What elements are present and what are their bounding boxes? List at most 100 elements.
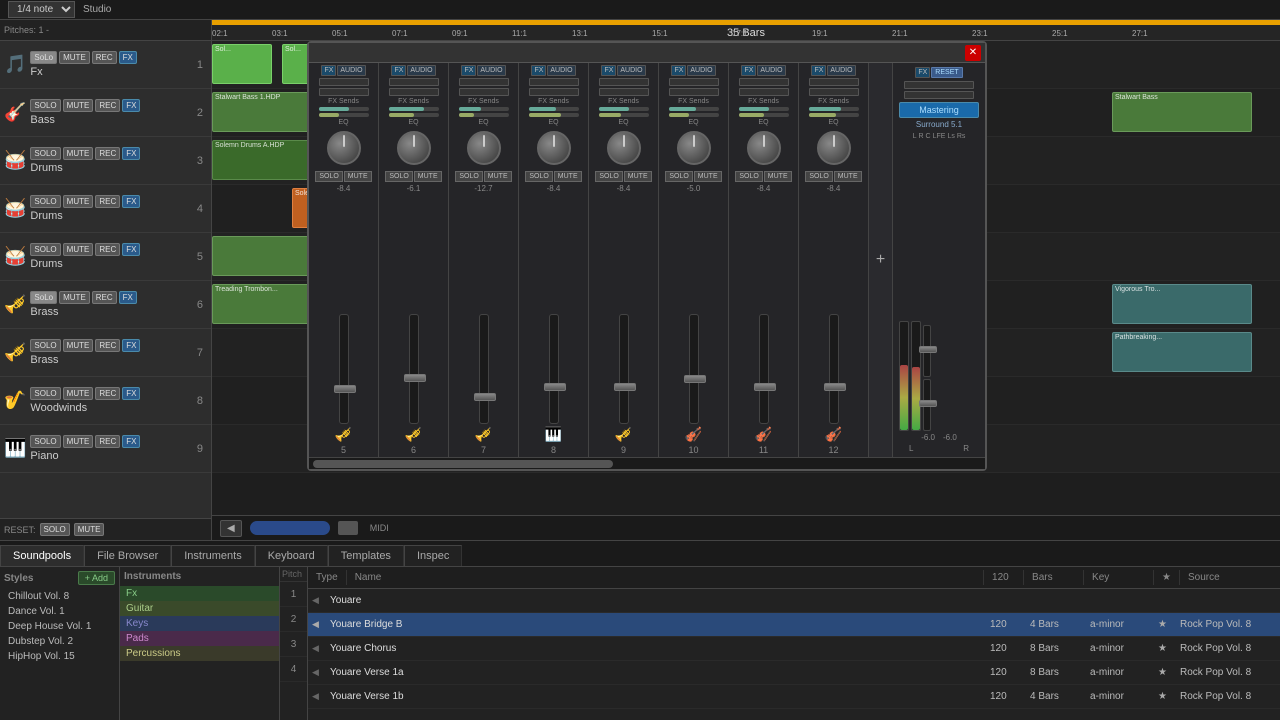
ch7-knob[interactable]: [467, 131, 501, 165]
ch8-solo-btn[interactable]: SOLO: [525, 171, 552, 182]
surround-label[interactable]: Surround 5.1: [916, 120, 962, 129]
ch7-fx-btn[interactable]: FX: [461, 65, 476, 76]
mute-button-6[interactable]: MUTE: [59, 291, 90, 304]
ch9-mute-btn[interactable]: MUTE: [624, 171, 652, 182]
rec-button-5[interactable]: REC: [95, 243, 120, 256]
mixer-scrollbar[interactable]: [313, 460, 613, 468]
ch11-mute-btn[interactable]: MUTE: [764, 171, 792, 182]
ch8-send-1[interactable]: [529, 107, 579, 111]
browser-row-1[interactable]: ◀ Youare Bridge B 120 4 Bars a-minor ★ R…: [308, 613, 1280, 637]
add-style-button[interactable]: + Add: [78, 571, 115, 585]
solo-button-3[interactable]: SOLO: [30, 147, 60, 160]
solo-button-8[interactable]: SOLO: [30, 387, 60, 400]
ch5-dropdown-2[interactable]: [319, 88, 369, 96]
mute-button-4[interactable]: MUTE: [63, 195, 94, 208]
ch8-knob[interactable]: [537, 131, 571, 165]
rec-button-6[interactable]: REC: [92, 291, 117, 304]
ch11-dropdown-2[interactable]: [739, 88, 789, 96]
ch10-send-1[interactable]: [669, 107, 719, 111]
instrument-percussions[interactable]: Percussions: [120, 646, 279, 661]
mute-button-8[interactable]: MUTE: [63, 387, 94, 400]
rec-button-1[interactable]: REC: [92, 51, 117, 64]
ch5-send-2[interactable]: [319, 113, 369, 117]
ch5-fader-thumb[interactable]: [334, 385, 356, 393]
tab-inspector[interactable]: Inspec: [404, 545, 462, 566]
ch10-send-2[interactable]: [669, 113, 719, 117]
ch6-fx-btn[interactable]: FX: [391, 65, 406, 76]
ch5-dropdown-1[interactable]: [319, 78, 369, 86]
ch7-audio-btn[interactable]: AUDIO: [477, 65, 505, 76]
ch8-fx-btn[interactable]: FX: [531, 65, 546, 76]
ch12-send-2[interactable]: [809, 113, 859, 117]
ch9-send-1[interactable]: [599, 107, 649, 111]
add-channel-button[interactable]: +: [869, 63, 893, 457]
ch12-solo-btn[interactable]: SOLO: [805, 171, 832, 182]
master-fx-btn[interactable]: FX: [915, 67, 930, 78]
playhead-slider[interactable]: [250, 521, 330, 535]
ch10-fx-btn[interactable]: FX: [671, 65, 686, 76]
ch7-dropdown-1[interactable]: [459, 78, 509, 86]
rec-button-7[interactable]: REC: [95, 339, 120, 352]
ch12-fader-thumb[interactable]: [824, 383, 846, 391]
clip-6-4[interactable]: Vigorous Tro...: [1112, 284, 1252, 324]
ch6-dropdown-1[interactable]: [389, 78, 439, 86]
solo-button-9[interactable]: SOLO: [30, 435, 60, 448]
ch9-dropdown-1[interactable]: [599, 78, 649, 86]
mute-button-7[interactable]: MUTE: [63, 339, 94, 352]
ch6-audio-btn[interactable]: AUDIO: [407, 65, 435, 76]
note-selector[interactable]: 1/4 note: [8, 1, 75, 18]
fx-button-4[interactable]: FX: [122, 195, 140, 208]
ch11-dropdown-1[interactable]: [739, 78, 789, 86]
clip-7-1[interactable]: Pathbreaking...: [1112, 332, 1252, 372]
ch10-dropdown-2[interactable]: [669, 88, 719, 96]
ch8-dropdown-2[interactable]: [529, 88, 579, 96]
tab-instruments[interactable]: Instruments: [171, 545, 254, 566]
mixer-close-button[interactable]: ✕: [965, 45, 981, 61]
ch5-send-1[interactable]: [319, 107, 369, 111]
master-fader-L[interactable]: [923, 325, 931, 377]
ch11-knob[interactable]: [747, 131, 781, 165]
instrument-fx[interactable]: Fx: [120, 586, 279, 601]
ch9-fader-thumb[interactable]: [614, 383, 636, 391]
ch10-solo-btn[interactable]: SOLO: [665, 171, 692, 182]
browser-row-3[interactable]: ◀ Youare Verse 1a 120 8 Bars a-minor ★ R…: [308, 661, 1280, 685]
ch9-knob[interactable]: [607, 131, 641, 165]
mute-button-2[interactable]: MUTE: [63, 99, 94, 112]
ch12-knob[interactable]: [817, 131, 851, 165]
clip-1-1[interactable]: Sol...: [212, 44, 272, 84]
tab-keyboard[interactable]: Keyboard: [255, 545, 328, 566]
ch9-solo-btn[interactable]: SOLO: [595, 171, 622, 182]
ch12-dropdown-1[interactable]: [809, 78, 859, 86]
ch7-dropdown-2[interactable]: [459, 88, 509, 96]
ch7-send-1[interactable]: [459, 107, 509, 111]
style-item-1[interactable]: Dance Vol. 1: [4, 604, 115, 619]
ch6-send-1[interactable]: [389, 107, 439, 111]
ch10-knob[interactable]: [677, 131, 711, 165]
clip-2-4[interactable]: Stalwart Bass: [1112, 92, 1252, 132]
browser-row-4[interactable]: ◀ Youare Verse 1b 120 4 Bars a-minor ★ R…: [308, 685, 1280, 709]
mute-button-5[interactable]: MUTE: [63, 243, 94, 256]
ch7-mute-btn[interactable]: MUTE: [484, 171, 512, 182]
ch7-solo-btn[interactable]: SOLO: [455, 171, 482, 182]
ch9-send-2[interactable]: [599, 113, 649, 117]
ch6-mute-btn[interactable]: MUTE: [414, 171, 442, 182]
rec-button-2[interactable]: REC: [95, 99, 120, 112]
rec-button-9[interactable]: REC: [95, 435, 120, 448]
master-fader-L-thumb[interactable]: [919, 346, 937, 353]
rec-button-4[interactable]: REC: [95, 195, 120, 208]
ch10-fader-thumb[interactable]: [684, 375, 706, 383]
ch11-fx-btn[interactable]: FX: [741, 65, 756, 76]
ch8-send-2[interactable]: [529, 113, 579, 117]
solo-button-7[interactable]: SOLO: [30, 339, 60, 352]
ch6-dropdown-2[interactable]: [389, 88, 439, 96]
tab-file-browser[interactable]: File Browser: [84, 545, 171, 566]
ch8-dropdown-1[interactable]: [529, 78, 579, 86]
fx-button-3[interactable]: FX: [122, 147, 140, 160]
master-fader-R[interactable]: [923, 379, 931, 431]
ch8-mute-btn[interactable]: MUTE: [554, 171, 582, 182]
fx-button-6[interactable]: FX: [119, 291, 137, 304]
master-reset-btn[interactable]: RESET: [931, 67, 962, 78]
ch12-audio-btn[interactable]: AUDIO: [827, 65, 855, 76]
tab-templates[interactable]: Templates: [328, 545, 404, 566]
fx-button-2[interactable]: FX: [122, 99, 140, 112]
